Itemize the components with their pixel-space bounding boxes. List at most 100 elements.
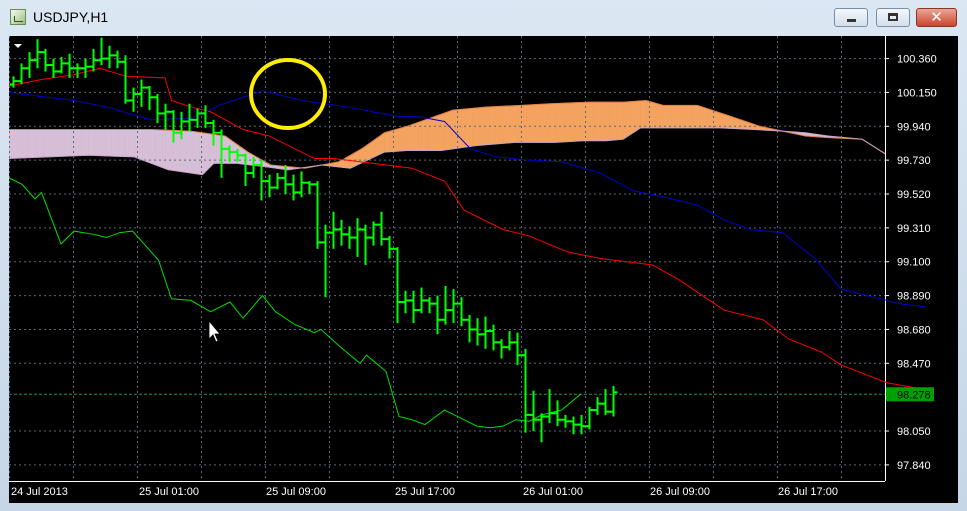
- kumo-segment: [668, 105, 672, 129]
- kumo-segment: [99, 129, 104, 157]
- ohlc-bar: [465, 314, 474, 343]
- kumo-segment: [458, 109, 462, 149]
- chart-area[interactable]: 100.360 100.150 99.940 99.730 99.520 99.310 99…: [9, 36, 958, 503]
- kumo-segment: [185, 130, 189, 173]
- kumo-segment: [142, 129, 146, 162]
- kumo-segment: [139, 129, 143, 161]
- kumo-segment: [469, 108, 473, 147]
- kumo-segment: [671, 105, 675, 129]
- kumo-segment: [614, 101, 618, 141]
- kumo-segment: [731, 116, 735, 129]
- kumo-segment: [719, 112, 724, 129]
- kumo-segment: [677, 105, 681, 129]
- kumo-segment: [654, 102, 658, 129]
- close-button[interactable]: ✕: [916, 8, 957, 27]
- kumo-segment: [131, 129, 135, 158]
- y-tick-label: 99.520: [897, 189, 931, 201]
- ohlc-bar: [473, 318, 482, 346]
- kumo-segment: [375, 136, 379, 157]
- kumo-segment: [515, 105, 519, 143]
- minimize-icon: [847, 19, 856, 22]
- kumo-segment: [560, 102, 564, 143]
- kumo-segment: [415, 121, 419, 151]
- kumo-segment: [549, 103, 553, 143]
- kumo-segment: [736, 118, 741, 130]
- kumo-segment: [452, 109, 456, 150]
- kumo-segment: [125, 129, 129, 157]
- kumo-segment: [68, 129, 72, 157]
- title-bar[interactable]: USDJPY,H1 ✕: [0, 0, 967, 34]
- kumo-segment: [566, 102, 570, 142]
- kumo-segment: [9, 129, 13, 159]
- current-price-label: 98.278: [897, 389, 931, 401]
- ohlc-bar: [569, 416, 578, 435]
- ohlc-bar: [145, 85, 154, 111]
- kumo-segment: [637, 100, 641, 131]
- kumo-segment: [702, 106, 707, 129]
- kumo-segment: [54, 129, 58, 157]
- kumo-segment: [42, 129, 47, 158]
- kumo-segment: [378, 134, 382, 156]
- close-icon: ✕: [930, 8, 943, 26]
- kumo-segment: [685, 105, 689, 129]
- kumo-segment: [580, 102, 584, 142]
- kumo-segment: [23, 129, 27, 159]
- kumo-segment: [529, 104, 533, 143]
- kumo-segment: [438, 113, 442, 151]
- chart-window-icon[interactable]: [10, 9, 26, 25]
- y-tick-label: 100.360: [897, 54, 937, 66]
- ohlc-bar: [305, 181, 314, 195]
- price-bars: [9, 37, 618, 443]
- kumo-segment: [611, 101, 616, 141]
- x-tick-label: 26 Jul 17:00: [778, 486, 838, 498]
- kumo-segment: [563, 102, 567, 143]
- kumo-segment: [395, 128, 399, 152]
- ohlc-bar: [297, 171, 306, 198]
- kumo-segment: [716, 111, 721, 129]
- ohlc-bar: [353, 218, 362, 257]
- kumo-segment: [85, 129, 89, 156]
- kumo-segment: [446, 110, 451, 150]
- kumo-segment: [409, 123, 414, 151]
- x-tick-label: 25 Jul 17:00: [395, 486, 455, 498]
- kumo-segment: [156, 129, 160, 167]
- kumo-segment: [372, 138, 377, 158]
- kumo-segment: [543, 103, 547, 143]
- kumo-cloud: [9, 100, 886, 176]
- kumo-segment: [176, 130, 180, 172]
- maximize-button[interactable]: [876, 8, 910, 27]
- kumo-segment: [17, 129, 21, 159]
- kumo-segment: [697, 105, 701, 129]
- ohlc-bar: [513, 332, 522, 365]
- kumo-segment: [628, 101, 633, 136]
- ohlc-bar: [417, 287, 426, 314]
- kumo-segment: [691, 105, 695, 129]
- kumo-segment: [495, 106, 499, 145]
- chikou-span-line: [9, 177, 582, 429]
- ohlc-bar: [497, 339, 506, 359]
- chart-menu-arrow-icon[interactable]: [14, 44, 22, 48]
- kumo-segment: [480, 106, 485, 146]
- ohlc-bar: [73, 63, 82, 78]
- price-chart[interactable]: 100.360 100.150 99.940 99.730 99.520 99.310 99…: [9, 36, 958, 503]
- kumo-segment: [500, 105, 505, 144]
- kumo-segment: [586, 101, 590, 142]
- kumo-segment: [79, 129, 84, 156]
- ohlc-bar: [385, 235, 394, 259]
- ohlc-bar: [121, 55, 130, 104]
- ohlc-bar: [97, 37, 106, 66]
- ohlc-bar: [593, 397, 602, 415]
- kumo-segment: [600, 101, 604, 142]
- x-tick-label: 26 Jul 09:00: [650, 486, 710, 498]
- kumo-segment: [645, 100, 650, 129]
- kumo-segment: [151, 129, 155, 165]
- kumo-segment: [190, 130, 195, 174]
- ohlc-bar: [529, 390, 538, 432]
- minimize-button[interactable]: [834, 8, 868, 27]
- kumo-segment: [571, 102, 576, 142]
- kumo-segment: [463, 108, 468, 148]
- kumo-segment: [489, 106, 493, 145]
- ohlc-bar: [265, 174, 274, 198]
- ohlc-bar: [105, 45, 114, 69]
- kumo-segment: [355, 150, 360, 166]
